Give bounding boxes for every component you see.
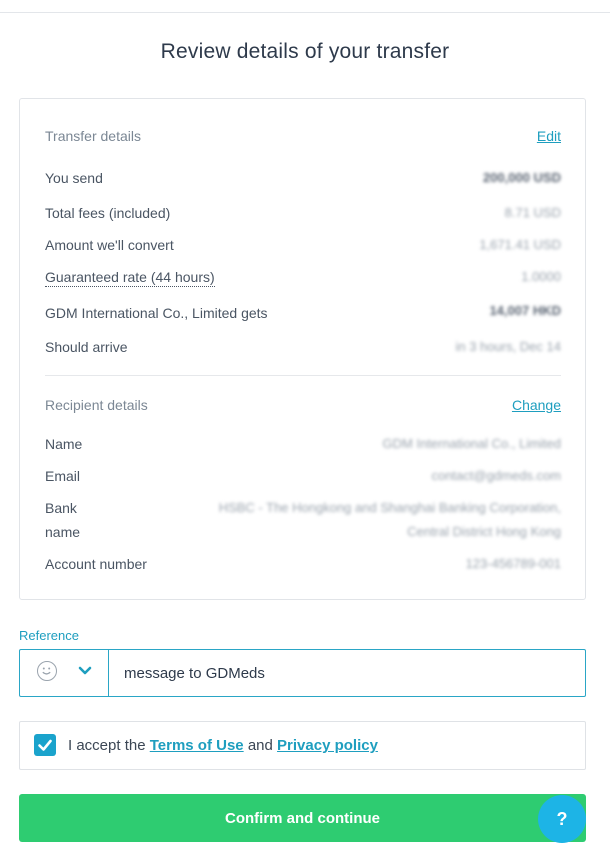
section-divider (45, 375, 561, 376)
bank-name-label-line1: Bank (45, 500, 77, 516)
privacy-policy-link[interactable]: Privacy policy (277, 737, 378, 754)
reference-label: Reference (19, 628, 79, 643)
guaranteed-rate-text[interactable]: Guaranteed rate (44 hours) (45, 269, 215, 287)
accept-prefix: I accept the (68, 737, 146, 754)
bank-name-value-line1: HSBC - The Hongkong and Shanghai Banking… (218, 500, 561, 515)
accept-terms-row[interactable]: I accept the Terms of Use and Privacy po… (19, 721, 586, 770)
change-link[interactable]: Change (512, 397, 561, 413)
chevron-down-icon (75, 660, 95, 680)
you-send-value: 200,000 USD (482, 170, 561, 185)
accept-and: and (247, 737, 273, 754)
smiley-icon (37, 661, 57, 681)
account-number-value: 123-456789-001 (465, 556, 561, 571)
terms-of-use-link[interactable]: Terms of Use (150, 737, 244, 754)
name-label: Name (45, 436, 83, 452)
confirm-continue-button[interactable]: Confirm and continue (19, 794, 586, 842)
accept-terms-checkbox[interactable] (34, 734, 56, 756)
total-fees-label: Total fees (included) (45, 205, 171, 221)
guaranteed-rate-label[interactable]: Guaranteed rate (44 hours) (45, 269, 215, 287)
amount-convert-label: Amount we'll convert (45, 237, 174, 253)
recipient-details-heading: Recipient details (45, 397, 148, 413)
edit-link[interactable]: Edit (537, 128, 561, 144)
checkmark-icon (38, 739, 52, 751)
page-title: Review details of your transfer (160, 40, 450, 63)
total-fees-value: 8.71 USD (504, 205, 561, 220)
review-card: Transfer details Edit You send 200,000 U… (19, 98, 586, 600)
email-value: contact@gdmeds.com (431, 468, 561, 483)
should-arrive-label: Should arrive (45, 339, 128, 355)
emoji-picker-button[interactable] (20, 650, 109, 696)
help-button[interactable]: ? (538, 795, 586, 843)
top-divider (0, 12, 610, 13)
email-label: Email (45, 468, 81, 484)
bank-name-label-line2: name (45, 524, 81, 540)
name-value: GDM International Co., Limited (382, 436, 561, 451)
recipient-gets-value: 14,007 HKD (489, 303, 561, 318)
transfer-details-heading: Transfer details (45, 128, 141, 144)
account-number-label: Account number (45, 556, 147, 572)
bank-name-value-line2: Central District Hong Kong (407, 524, 561, 539)
recipient-gets-label: GDM International Co., Limited gets (45, 305, 268, 321)
guaranteed-rate-value: 1.0000 (521, 269, 561, 284)
reference-field (19, 649, 586, 697)
accept-terms-text: I accept the Terms of Use and Privacy po… (68, 737, 378, 754)
you-send-label: You send (45, 170, 103, 186)
amount-convert-value: 1,671.41 USD (479, 237, 561, 252)
should-arrive-value: in 3 hours, Dec 14 (455, 339, 561, 354)
reference-input[interactable] (124, 662, 564, 684)
